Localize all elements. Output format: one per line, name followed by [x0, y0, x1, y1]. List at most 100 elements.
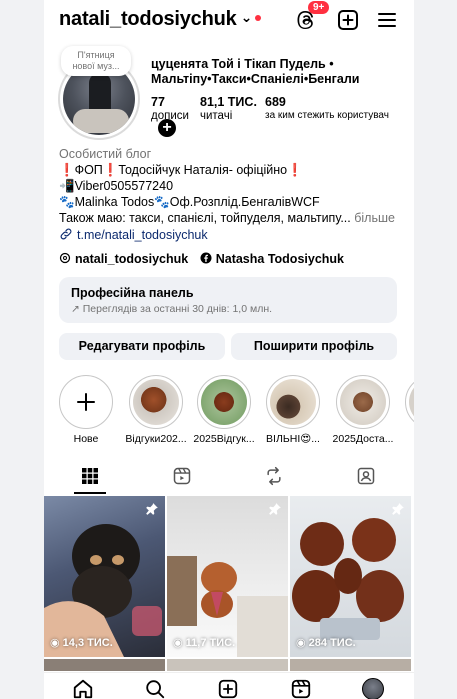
post-views-count: 284 ТИС. [308, 637, 356, 649]
post-views: ◉ 14,3 ТИС. [50, 636, 113, 649]
chevron-down-icon: ⌄ [240, 9, 253, 25]
highlight-item[interactable]: ВІЛЬНІ😍... [265, 375, 321, 445]
post-thumbnail-partial[interactable] [44, 659, 165, 671]
linked-accounts: natali_todosiychuk Natasha Todosiychuk [59, 252, 344, 266]
play-icon: ◉ [296, 637, 309, 649]
posts-label: дописи [151, 110, 189, 122]
puppy-image [292, 518, 404, 640]
trend-up-icon: ↗ [71, 303, 83, 315]
username-switcher[interactable]: natali_todosiychuk ⌄ [59, 8, 262, 31]
following-label: за ким стежить користувач [265, 110, 389, 121]
play-icon: ◉ [50, 637, 63, 649]
highlight-label: ВІЛЬНІ😍... [266, 433, 320, 445]
username-text: natali_todosiychuk [59, 8, 237, 30]
pin-icon [146, 503, 158, 515]
edit-profile-button[interactable]: Редагувати профіль [59, 333, 225, 360]
highlight-item[interactable]: 2025Відгук... [193, 375, 255, 445]
puppy-image [44, 524, 162, 657]
post-views-count: 14,3 ТИС. [62, 637, 113, 649]
highlight-ring [266, 375, 320, 429]
search-icon[interactable] [144, 678, 166, 699]
post-thumbnail[interactable]: ◉ 14,3 ТИС. [44, 496, 165, 657]
highlight-cover [409, 379, 414, 425]
profile-link[interactable]: t.me/natali_todosiychuk [59, 227, 208, 242]
professional-dashboard[interactable]: Професійна панель ↗ Переглядів за останн… [59, 277, 397, 323]
post-thumbnail-partial[interactable] [290, 659, 411, 671]
followers-value: 81,1 ТИС. [200, 95, 257, 109]
reels-icon [173, 467, 191, 485]
highlight-label: 2025Відгук... [193, 433, 255, 445]
post-views-count: 11,7 ТИС. [185, 637, 236, 649]
play-icon: ◉ [173, 637, 186, 649]
tab-grid[interactable] [44, 458, 136, 494]
display-name: цуценята Той і Тікап Пудель • Мальтіпу•Т… [151, 57, 360, 86]
threads-handle[interactable]: natali_todosiychuk [75, 252, 188, 266]
dashboard-subtitle: ↗ Переглядів за останні 30 днів: 1,0 млн… [71, 303, 385, 315]
pin-icon [392, 503, 404, 515]
avatar-figure [89, 73, 111, 113]
profile-link-text: t.me/natali_todosiychuk [77, 228, 208, 242]
posts-value: 77 [151, 95, 165, 109]
avatar-puppies [73, 109, 129, 133]
hamburger-icon[interactable] [375, 8, 399, 32]
highlight-item[interactable]: 2025Доста... [333, 375, 393, 445]
bio-line: ❗️ФОП❗️Тодосійчук Наталія- офіційно❗️ [59, 163, 303, 177]
highlight-ring [59, 375, 113, 429]
repost-icon [267, 466, 281, 486]
puppy-image [167, 556, 288, 657]
bio-line: 📲Viber0505577240 [59, 179, 174, 193]
notification-badge: 9+ [308, 1, 330, 14]
highlight-new[interactable]: Нове [58, 375, 114, 445]
reels-nav-icon[interactable] [290, 678, 312, 699]
profile-screen: natali_todosiychuk ⌄ 9+ П'ятниця нової му… [44, 0, 414, 699]
unread-dot [255, 15, 262, 21]
highlight-label: Відгуки202... [125, 433, 187, 445]
link-icon [60, 228, 72, 240]
following-count[interactable]: 689 за ким стежить користувач [265, 95, 389, 123]
highlight-item[interactable]: Відгуки202... [125, 375, 187, 445]
plus-icon [77, 393, 95, 411]
profile-avatar-icon[interactable] [362, 678, 384, 699]
dashboard-title: Професійна панель [71, 286, 194, 300]
post-thumbnail-partial[interactable] [167, 659, 288, 671]
bio-line: 🐾Malinka Todos🐾Оф.Розплід.БенгалівWCF [59, 195, 320, 209]
highlight-ring [336, 375, 390, 429]
bottom-navigation [44, 672, 414, 699]
facebook-name[interactable]: Natasha Todosiychuk [216, 252, 344, 266]
profile-tabs [44, 458, 414, 494]
bio-line: Також маю: такси, спанієлі, тойпуделя, м… [59, 211, 351, 225]
plus-square-icon[interactable] [336, 8, 360, 32]
bio-more-link[interactable]: більше [354, 211, 395, 225]
top-bar: natali_todosiychuk ⌄ 9+ [44, 0, 414, 42]
tab-reels[interactable] [136, 458, 228, 494]
tab-tagged[interactable] [320, 458, 412, 494]
create-icon[interactable] [217, 678, 239, 699]
post-views: ◉ 11,7 ТИС. [173, 636, 235, 649]
profile-category: Особистий блог [59, 147, 152, 161]
post-thumbnail[interactable]: ◉ 284 ТИС. [290, 496, 411, 657]
highlight-cover [201, 379, 247, 425]
highlight-ring [129, 375, 183, 429]
post-thumbnail[interactable]: ◉ 11,7 ТИС. [167, 496, 288, 657]
threads-small-icon [59, 252, 71, 264]
highlight-item-partial[interactable] [404, 375, 414, 429]
facebook-icon [200, 252, 212, 264]
grid-icon [82, 468, 98, 484]
highlight-cover [340, 379, 386, 425]
posts-count[interactable]: 77 дописи [151, 95, 189, 123]
highlight-label: Нове [73, 433, 99, 445]
tagged-icon [357, 467, 375, 485]
tab-reposts[interactable] [228, 458, 320, 494]
highlight-cover [133, 379, 179, 425]
share-profile-button[interactable]: Поширити профіль [231, 333, 397, 360]
post-views: ◉ 284 ТИС. [296, 636, 356, 649]
followers-label: читачі [200, 110, 233, 122]
followers-count[interactable]: 81,1 ТИС. читачі [200, 95, 257, 123]
bio-text: ❗️ФОП❗️Тодосійчук Наталія- офіційно❗️ 📲V… [59, 162, 404, 226]
highlight-cover [270, 379, 316, 425]
note-bubble[interactable]: П'ятниця нової муз... [61, 46, 131, 76]
highlight-ring [197, 375, 251, 429]
home-icon[interactable] [72, 678, 94, 699]
bio-line-last: Також маю: такси, спанієлі, тойпуделя, м… [59, 210, 404, 226]
highlight-ring [405, 375, 414, 429]
